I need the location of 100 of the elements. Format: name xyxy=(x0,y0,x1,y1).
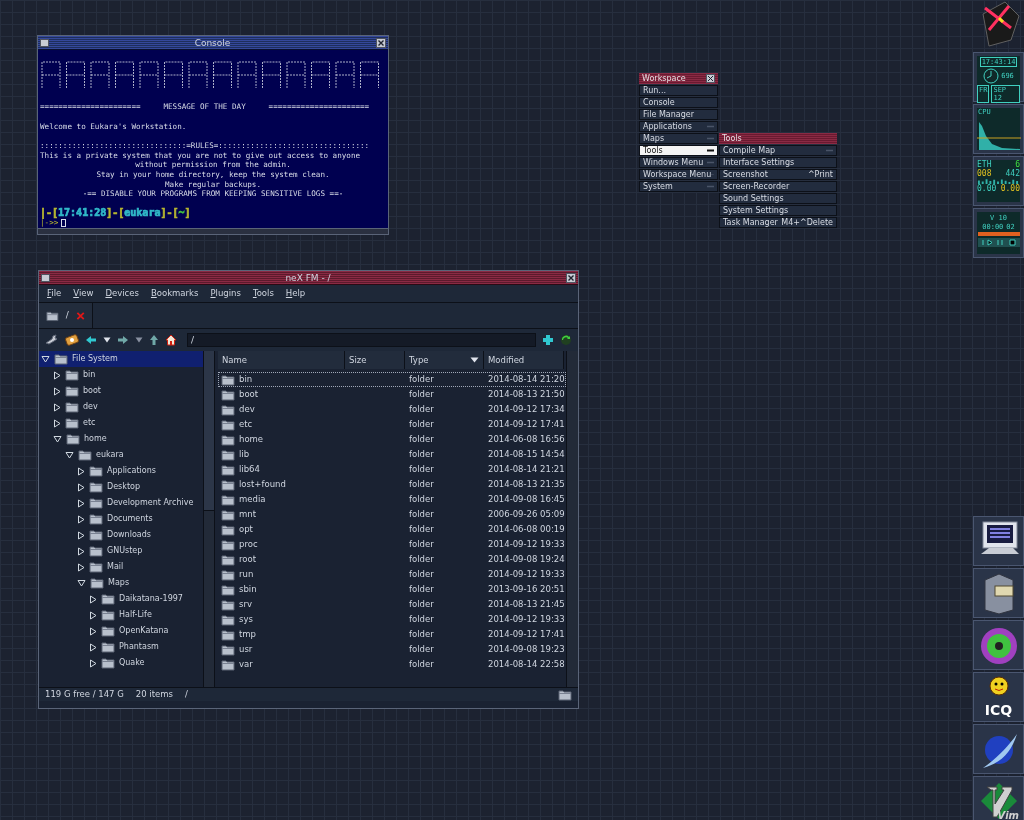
expand-arrow-icon[interactable] xyxy=(89,658,97,668)
menu-item[interactable]: File xyxy=(47,287,62,300)
tree-item[interactable]: OpenKatana xyxy=(87,623,203,639)
tree-item[interactable]: Half-Life xyxy=(87,607,203,623)
caret-icon[interactable] xyxy=(103,337,111,343)
file-row[interactable]: media folder 2014-09-08 16:45 xyxy=(218,492,566,507)
menu-item[interactable]: Sound Settings xyxy=(719,193,837,204)
expand-arrow-icon[interactable] xyxy=(77,562,85,572)
refresh-icon[interactable] xyxy=(560,334,572,346)
column-header[interactable]: Size xyxy=(345,351,405,369)
sort-caret-icon[interactable] xyxy=(470,357,479,363)
tree-item[interactable]: Applications xyxy=(75,463,203,479)
up-arrow-icon[interactable] xyxy=(149,334,159,346)
column-header[interactable]: Type xyxy=(405,351,484,369)
vertical-scrollbar[interactable] xyxy=(566,351,578,687)
tree-item[interactable]: etc xyxy=(51,415,203,431)
caret-icon[interactable] xyxy=(135,337,143,343)
minimize-button[interactable] xyxy=(40,38,49,47)
tree-item[interactable]: Phantasm xyxy=(87,639,203,655)
expand-arrow-icon[interactable] xyxy=(77,466,85,476)
file-row[interactable]: sbin folder 2013-09-16 20:51 xyxy=(218,582,566,597)
tree-item[interactable]: bin xyxy=(51,367,203,383)
tree-item[interactable]: Quake xyxy=(87,655,203,671)
tree-item[interactable]: Desktop xyxy=(75,479,203,495)
menu-item[interactable]: Screen-Recorder xyxy=(719,181,837,192)
menu-item[interactable]: File Manager xyxy=(639,109,718,120)
menu-item[interactable]: Interface Settings xyxy=(719,157,837,168)
menu-item[interactable]: Applications xyxy=(639,121,718,132)
menu-item[interactable]: Task Manager M4+^Delete xyxy=(719,217,837,228)
menu-item[interactable]: System xyxy=(639,181,718,192)
back-arrow-icon[interactable] xyxy=(85,335,97,345)
launcher-tile[interactable] xyxy=(973,568,1024,618)
file-row[interactable]: srv folder 2014-08-13 21:45 xyxy=(218,597,566,612)
file-row[interactable]: boot folder 2014-08-13 21:50 xyxy=(218,387,566,402)
expand-arrow-icon[interactable] xyxy=(89,594,97,604)
add-icon[interactable] xyxy=(542,334,554,346)
launcher-tile[interactable] xyxy=(973,620,1024,670)
tree-item[interactable]: File System xyxy=(39,351,203,367)
minimize-button[interactable] xyxy=(41,273,50,282)
collapse-arrow-icon[interactable] xyxy=(77,579,86,587)
file-row[interactable]: usr folder 2014-09-08 19:23 xyxy=(218,642,566,657)
expand-arrow-icon[interactable] xyxy=(77,482,85,492)
file-row[interactable]: lib64 folder 2014-08-14 21:21 xyxy=(218,462,566,477)
tab[interactable]: / xyxy=(39,303,93,328)
tree-item[interactable]: boot xyxy=(51,383,203,399)
tree-item[interactable]: home xyxy=(51,431,203,447)
file-row[interactable]: etc folder 2014-09-12 17:41 xyxy=(218,417,566,432)
close-button[interactable] xyxy=(566,272,576,283)
menu-item[interactable]: Screenshot ^Print xyxy=(719,169,837,180)
file-row[interactable]: bin folder 2014-08-14 21:20 xyxy=(218,372,566,387)
close-button[interactable] xyxy=(706,74,715,83)
expand-arrow-icon[interactable] xyxy=(77,530,85,540)
wrench-icon[interactable] xyxy=(45,334,59,346)
menu-item[interactable]: Maps xyxy=(639,133,718,144)
collapse-arrow-icon[interactable] xyxy=(53,435,62,443)
file-row[interactable]: root folder 2014-09-08 19:24 xyxy=(218,552,566,567)
column-header[interactable]: Name xyxy=(218,351,345,369)
file-row[interactable]: run folder 2014-09-12 19:33 xyxy=(218,567,566,582)
menu-item[interactable]: System Settings xyxy=(719,205,837,216)
expand-arrow-icon[interactable] xyxy=(53,370,61,380)
tree-item[interactable]: Mail xyxy=(75,559,203,575)
vertical-scrollbar[interactable] xyxy=(203,351,215,687)
file-row[interactable]: tmp folder 2014-09-12 17:41 xyxy=(218,627,566,642)
file-row[interactable]: proc folder 2014-09-12 19:33 xyxy=(218,537,566,552)
tree-item[interactable]: dev xyxy=(51,399,203,415)
expand-arrow-icon[interactable] xyxy=(53,402,61,412)
home-icon[interactable] xyxy=(165,334,177,346)
collapse-arrow-icon[interactable] xyxy=(65,451,74,459)
tree-item[interactable]: eukara xyxy=(63,447,203,463)
expand-arrow-icon[interactable] xyxy=(77,498,85,508)
close-tab-icon[interactable] xyxy=(75,310,85,321)
expand-arrow-icon[interactable] xyxy=(89,642,97,652)
file-row[interactable]: mnt folder 2006-09-26 05:09 xyxy=(218,507,566,522)
tree-item[interactable]: GNUstep xyxy=(75,543,203,559)
horizontal-scrollbar[interactable] xyxy=(38,228,388,234)
menu-item[interactable]: Run... xyxy=(639,85,718,96)
menu-item[interactable]: Help xyxy=(285,287,306,300)
menu-item[interactable]: Devices xyxy=(105,287,139,300)
close-button[interactable] xyxy=(376,37,386,48)
expand-arrow-icon[interactable] xyxy=(77,514,85,524)
tree-item[interactable]: Daikatana-1997 xyxy=(87,591,203,607)
file-row[interactable]: opt folder 2014-06-08 00:19 xyxy=(218,522,566,537)
menu-item[interactable]: Workspace Menu xyxy=(639,169,718,180)
launcher-tile[interactable] xyxy=(973,724,1024,774)
expand-arrow-icon[interactable] xyxy=(53,418,61,428)
file-row[interactable]: sys folder 2014-09-12 19:33 xyxy=(218,612,566,627)
network-monitor-dockapp[interactable]: ETH 6 008 442 0.00 0.00 xyxy=(973,156,1024,206)
menu-item[interactable]: Tools xyxy=(639,145,718,156)
menu-item[interactable]: Bookmarks xyxy=(150,287,199,300)
menu-item[interactable]: Windows Menu xyxy=(639,157,718,168)
tree-item[interactable]: Development Archive xyxy=(75,495,203,511)
menu-item[interactable]: Plugins xyxy=(210,287,241,300)
file-row[interactable]: home folder 2014-06-08 16:56 xyxy=(218,432,566,447)
tree-item[interactable]: Maps xyxy=(75,575,203,591)
file-row[interactable]: lib folder 2014-08-15 14:54 xyxy=(218,447,566,462)
menu-item[interactable]: Console xyxy=(639,97,718,108)
menu-item[interactable]: View xyxy=(73,287,94,300)
expand-arrow-icon[interactable] xyxy=(77,546,85,556)
column-header[interactable]: Modified xyxy=(484,351,564,369)
tree-item[interactable]: Documents xyxy=(75,511,203,527)
